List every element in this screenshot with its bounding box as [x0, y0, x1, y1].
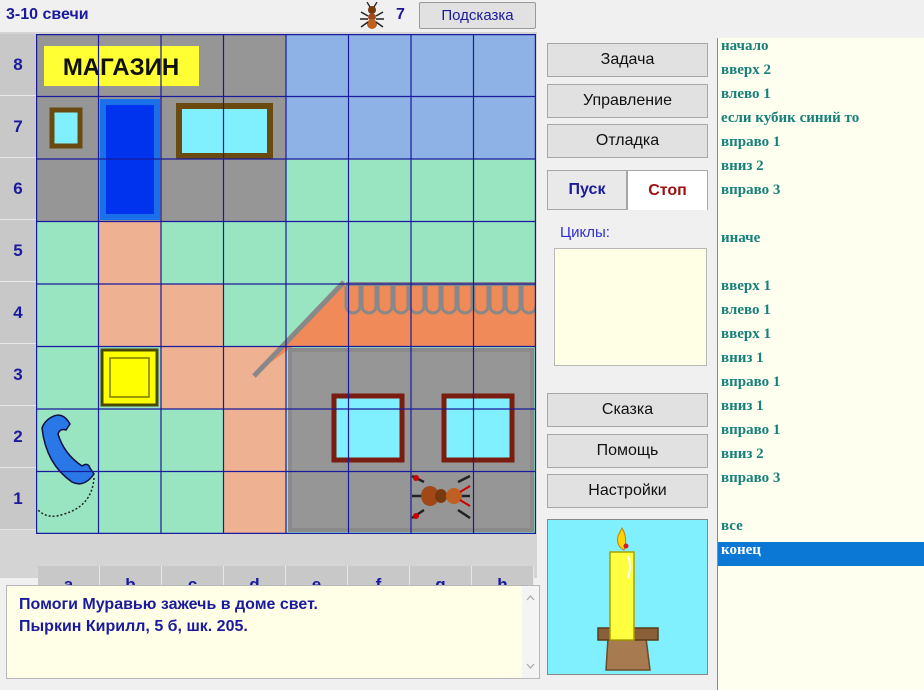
game-board[interactable]: МАГАЗИН: [36, 34, 536, 534]
program-line-selected[interactable]: конец: [718, 542, 924, 566]
message-line: Пыркин Кирилл, 5 б, шк. 205.: [19, 618, 248, 635]
ant-icon: [360, 2, 384, 29]
run-button[interactable]: Пуск: [547, 170, 627, 210]
control-button[interactable]: Управление: [547, 84, 708, 118]
program-listing[interactable]: начало вверх 2 влево 1 если кубик синий …: [717, 38, 924, 690]
shop-sign-text: МАГАЗИН: [63, 54, 179, 81]
cycles-box[interactable]: [554, 248, 707, 366]
row-label: 6: [0, 158, 36, 220]
row-label: 3: [0, 344, 36, 406]
program-line[interactable]: вниз 2: [718, 158, 924, 182]
program-line[interactable]: вниз 2: [718, 446, 924, 470]
program-line[interactable]: [718, 206, 924, 230]
program-line[interactable]: [718, 254, 924, 278]
program-line[interactable]: влево 1: [718, 302, 924, 326]
program-line[interactable]: иначе: [718, 230, 924, 254]
row-label: 7: [0, 96, 36, 158]
house-window-left: [331, 393, 405, 463]
program-line[interactable]: вверх 1: [718, 326, 924, 350]
candle-icon: [597, 526, 659, 671]
program-line[interactable]: вправо 3: [718, 470, 924, 494]
shop-window-small: [49, 107, 83, 149]
message-box: Помоги Муравью зажечь в доме свет. Пырки…: [6, 585, 540, 679]
row-label: 2: [0, 406, 36, 468]
path-tile: [161, 284, 224, 346]
hint-button[interactable]: Подсказка: [419, 2, 536, 29]
program-line[interactable]: вверх 1: [718, 278, 924, 302]
shop-window-large: [176, 103, 273, 159]
program-line[interactable]: [718, 494, 924, 518]
help-button[interactable]: Помощь: [547, 434, 708, 468]
program-line[interactable]: вниз 1: [718, 398, 924, 422]
program-line[interactable]: вправо 1: [718, 422, 924, 446]
row-label: 8: [0, 34, 36, 96]
program-line[interactable]: вправо 1: [718, 134, 924, 158]
stop-button[interactable]: Стоп: [627, 170, 708, 210]
house-window-right: [441, 393, 515, 463]
row-label: 1: [0, 468, 36, 530]
tale-button[interactable]: Сказка: [547, 393, 708, 427]
program-line[interactable]: вправо 1: [718, 374, 924, 398]
task-button[interactable]: Задача: [547, 43, 708, 77]
row-label: 5: [0, 220, 36, 282]
ant-count: 7: [396, 6, 405, 23]
debug-button[interactable]: Отладка: [547, 124, 708, 158]
message-scrollbar[interactable]: [522, 586, 539, 678]
candle-picture: [547, 519, 708, 675]
row-label: 4: [0, 282, 36, 344]
program-line[interactable]: вниз 1: [718, 350, 924, 374]
program-line[interactable]: если кубик синий то: [718, 110, 924, 134]
cycles-label: Циклы:: [560, 224, 610, 241]
settings-button[interactable]: Настройки: [547, 474, 708, 508]
program-line[interactable]: все: [718, 518, 924, 542]
program-line[interactable]: начало: [718, 38, 924, 62]
program-line[interactable]: влево 1: [718, 86, 924, 110]
message-line: Помоги Муравью зажечь в доме свет.: [19, 596, 318, 613]
level-title: 3-10 свечи: [6, 6, 89, 23]
program-line[interactable]: вправо 3: [718, 182, 924, 206]
program-line[interactable]: вверх 2: [718, 62, 924, 86]
